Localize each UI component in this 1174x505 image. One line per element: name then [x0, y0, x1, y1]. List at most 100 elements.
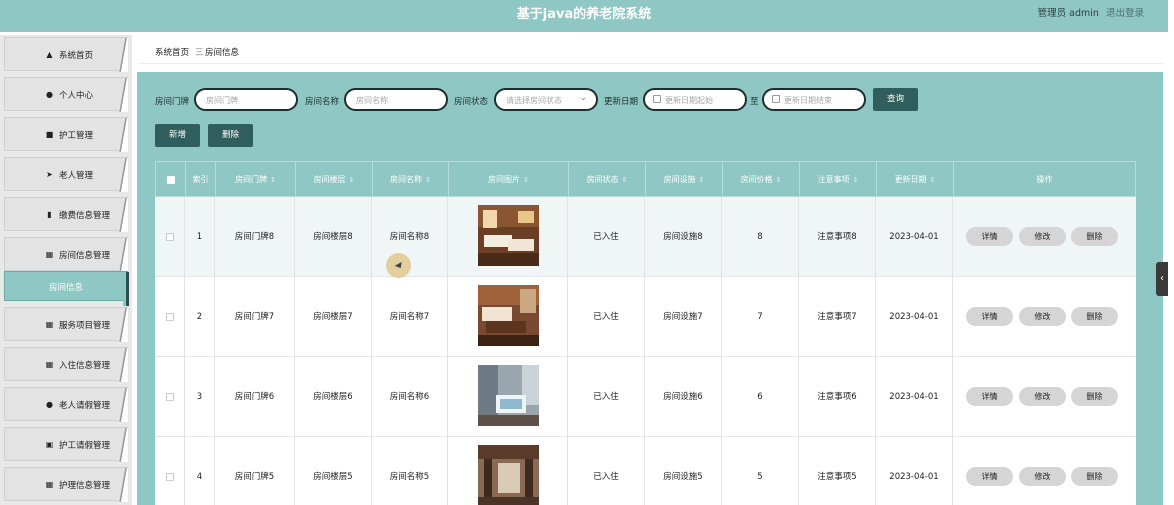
col-notes[interactable]: 注意事项 ⇕ [800, 162, 877, 198]
sidebar-item-rooms[interactable]: ▦ 房间信息管理 [4, 237, 128, 272]
logout-link[interactable]: 退出登录 [1106, 8, 1144, 19]
sidebar-item-label: 护工管理 [59, 131, 94, 141]
date-end-placeholder: 更新日期结束 [784, 96, 832, 105]
delete-button[interactable]: 删除 [1071, 227, 1118, 246]
main-panel: 房间门牌 房间门牌 房间名称 房间名称 房间状态 请选择房间状态 ⌄ 更新日期 … [137, 72, 1163, 505]
detail-button[interactable]: 详情 [966, 467, 1013, 486]
add-button[interactable]: 新增 [155, 124, 200, 147]
sidebar-item-services[interactable]: ▦ 服务项目管理 [4, 307, 128, 342]
cell-room-image [448, 357, 568, 437]
cell-room-no: 房间门牌8 [215, 197, 295, 277]
select-all-checkbox[interactable] [156, 162, 186, 198]
user-icon: ● [46, 400, 53, 409]
row-checkbox[interactable] [155, 437, 185, 505]
detail-button[interactable]: 详情 [966, 227, 1013, 246]
sidebar-item-label: 护理信息管理 [59, 481, 111, 491]
cell-status: 已入住 [568, 197, 645, 277]
batch-delete-button[interactable]: 删除 [208, 124, 253, 147]
room-name-label: 房间名称 [305, 97, 340, 107]
sidebar-item-elder-leave[interactable]: ● 老人请假管理 [4, 387, 128, 422]
query-button[interactable]: 查询 [873, 88, 918, 111]
delete-button[interactable]: 删除 [1071, 467, 1118, 486]
cell-actions: 详情 修改 删除 [953, 437, 1134, 505]
breadcrumb-separator: 三 [195, 48, 204, 58]
room-status-placeholder: 请选择房间状态 [506, 96, 562, 105]
room-name-input[interactable]: 房间名称 [344, 88, 448, 111]
sidebar-item-nursing[interactable]: ▦ 护理信息管理 [4, 467, 128, 502]
grid-icon: ▦ [45, 250, 54, 259]
cell-price: 8 [722, 197, 799, 277]
col-date[interactable]: 更新日期 ⇕ [877, 162, 954, 198]
col-price[interactable]: 房间价格 ⇕ [723, 162, 800, 198]
room-photo[interactable] [478, 205, 539, 266]
date-end-input[interactable]: 更新日期结束 [762, 88, 866, 111]
cell-actions: 详情 修改 删除 [953, 357, 1134, 437]
room-no-input[interactable]: 房间门牌 [194, 88, 298, 111]
chevron-left-icon[interactable]: ‹ [1156, 262, 1168, 296]
room-name-placeholder: 房间名称 [356, 96, 388, 105]
caregiver-icon: ■ [45, 130, 54, 139]
sidebar-item-caregivers[interactable]: ■ 护工管理 [4, 117, 128, 152]
sort-icon: ⇕ [698, 176, 705, 184]
col-facility[interactable]: 房间设施 ⇕ [646, 162, 723, 198]
chevron-down-icon: ⌄ [579, 93, 587, 103]
bar-chart-icon: ▮ [47, 210, 52, 219]
cell-facility: 房间设施6 [645, 357, 722, 437]
sidebar-item-label: 缴费信息管理 [59, 211, 111, 221]
grid-icon: ▦ [45, 320, 54, 329]
sidebar-item-caregiver-leave[interactable]: ▣ 护工请假管理 [4, 427, 128, 462]
cell-room-name: 房间名称7 [372, 277, 448, 357]
col-actions: 操作 [1036, 175, 1053, 184]
sidebar-item-payments[interactable]: ▮ 缴费信息管理 [4, 197, 128, 232]
user-icon: ● [46, 90, 53, 99]
edit-button[interactable]: 修改 [1019, 227, 1066, 246]
detail-button[interactable]: 详情 [966, 307, 1013, 326]
col-status[interactable]: 房间状态 ⇕ [569, 162, 646, 198]
col-room-image[interactable]: 房间图片 ⇕ [449, 162, 569, 198]
col-index: 索引 [186, 162, 216, 198]
edit-button[interactable]: 修改 [1019, 307, 1066, 326]
sidebar-item-home[interactable]: ▲ 系统首页 [4, 37, 128, 72]
edit-button[interactable]: 修改 [1019, 387, 1066, 406]
room-photo[interactable] [478, 445, 539, 505]
row-checkbox[interactable] [155, 277, 185, 357]
cell-facility: 房间设施8 [645, 197, 722, 277]
cell-room-name: 房间名称5 [372, 437, 448, 505]
cell-notes: 注意事项5 [799, 437, 876, 505]
calendar-icon [772, 95, 780, 103]
sidebar-item-label: 系统首页 [59, 51, 94, 61]
sort-icon: ⇕ [621, 176, 628, 184]
sidebar-item-label: 个人中心 [59, 91, 94, 101]
cell-room-name: 房间名称6 [372, 357, 448, 437]
sidebar-item-profile[interactable]: ● 个人中心 [4, 77, 128, 112]
detail-button[interactable]: 详情 [966, 387, 1013, 406]
row-checkbox[interactable] [155, 357, 185, 437]
cell-date: 2023-04-01 [876, 437, 953, 505]
table-row: 2 房间门牌7 房间楼层7 房间名称7 已入住 房间设施7 7 注意事项7 20… [155, 277, 1136, 357]
calendar-icon [653, 95, 661, 103]
cell-index: 1 [185, 197, 215, 277]
row-checkbox[interactable] [155, 197, 185, 277]
sidebar-item-label: 老人管理 [59, 171, 94, 181]
delete-button[interactable]: 删除 [1071, 307, 1118, 326]
breadcrumb-home[interactable]: 系统首页 [155, 46, 189, 58]
date-start-input[interactable]: 更新日期起始 [643, 88, 747, 111]
room-no-label: 房间门牌 [155, 97, 190, 107]
edit-button[interactable]: 修改 [1019, 467, 1066, 486]
room-status-select[interactable]: 请选择房间状态 ⌄ [494, 88, 598, 111]
date-range-to: 至 [750, 97, 759, 107]
update-date-label: 更新日期 [604, 97, 639, 107]
sidebar-item-elders[interactable]: ➤ 老人管理 [4, 157, 128, 192]
col-room-name[interactable]: 房间名称 ⇕ [373, 162, 449, 198]
room-status-label: 房间状态 [454, 97, 489, 107]
col-floor[interactable]: 房间楼层 ⇕ [296, 162, 373, 198]
room-photo[interactable] [478, 285, 539, 346]
sort-icon: ⇕ [523, 176, 529, 184]
delete-button[interactable]: 删除 [1071, 387, 1118, 406]
app-title: 基于java的养老院系统 [516, 7, 652, 22]
sidebar-item-checkin[interactable]: ▦ 入住信息管理 [4, 347, 128, 382]
sort-icon: ⇕ [929, 176, 936, 184]
sidebar-subitem-room-info[interactable]: 房间信息 [4, 271, 129, 306]
room-photo[interactable] [478, 365, 539, 426]
col-room-no[interactable]: 房间门牌 ⇕ [216, 162, 296, 198]
